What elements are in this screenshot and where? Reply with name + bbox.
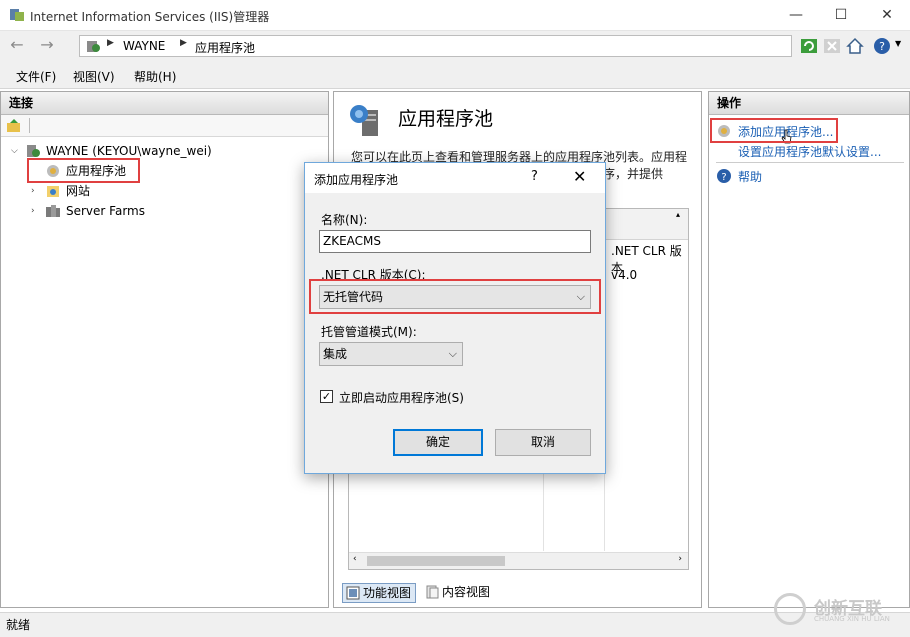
highlight-add-app-pool-action <box>710 118 838 143</box>
highlight-app-pools-node <box>27 158 140 183</box>
connections-tree: ⌵ WAYNE (KEYOU\wayne_wei) 应用程序池 › 网站 › S… <box>1 137 328 597</box>
tab-features-view[interactable]: 功能视图 <box>342 583 417 603</box>
breadcrumb-separator-icon: ▶ <box>107 38 114 48</box>
set-app-pool-defaults-link[interactable]: 设置应用程序池默认设置... <box>738 143 881 160</box>
tree-item-server-farms[interactable]: › Server Farms <box>31 202 181 220</box>
page-title: 应用程序池 <box>398 108 494 130</box>
connections-toolbar <box>1 115 328 137</box>
scrollbar-thumb[interactable] <box>367 556 505 566</box>
tree-item-sites[interactable]: › 网站 <box>31 182 131 200</box>
connect-icon[interactable] <box>6 118 22 134</box>
help-link[interactable]: 帮助 <box>738 168 762 185</box>
grid-cell-clr: v4.0 <box>611 268 638 282</box>
tree-item-label: Server Farms <box>66 204 145 218</box>
title-bar: Internet Information Services (IIS)管理器 —… <box>0 0 910 31</box>
help-icon: ? <box>717 169 731 183</box>
breadcrumb-separator-icon: ▶ <box>180 38 187 48</box>
features-view-icon <box>346 586 360 600</box>
home-icon[interactable] <box>845 36 865 56</box>
dialog-title: 添加应用程序池 <box>314 173 399 187</box>
close-button[interactable]: ✕ <box>864 0 910 31</box>
watermark-logo-icon <box>774 593 806 625</box>
grid-scroll-up-icon[interactable]: ▴ <box>676 210 680 219</box>
tab-content-view[interactable]: 内容视图 <box>422 583 490 603</box>
dialog-help-button[interactable]: ? <box>531 169 538 184</box>
help-dropdown-chevron-icon[interactable]: ▼ <box>895 39 901 48</box>
start-immediately-label[interactable]: 立即启动应用程序池(S) <box>339 389 464 406</box>
menu-file[interactable]: 文件(F) <box>16 68 56 85</box>
cancel-button[interactable]: 取消 <box>495 429 591 456</box>
svg-text:?: ? <box>879 40 885 53</box>
expand-chevron-icon[interactable]: › <box>31 202 41 220</box>
watermark-subtext: CHUANG XIN HU LIAN <box>814 615 890 623</box>
pipeline-mode-value: 集成 <box>323 347 348 361</box>
actions-header: 操作 <box>709 92 909 115</box>
address-bar: ← → ▶ WAYNE ▶ 应用程序池 ? ▼ <box>0 31 910 61</box>
tree-item-label: 网站 <box>66 184 91 198</box>
name-label: 名称(N): <box>321 213 368 227</box>
start-immediately-checkbox[interactable]: ✓ <box>320 390 333 403</box>
stop-icon[interactable] <box>822 36 842 56</box>
pipeline-mode-label: 托管管道模式(M): <box>321 325 417 339</box>
chevron-down-icon: ⌵ <box>448 347 457 360</box>
ok-button[interactable]: 确定 <box>393 429 483 456</box>
maximize-button[interactable]: ☐ <box>818 0 864 31</box>
dialog-title-bar: 添加应用程序池 ? ✕ <box>305 163 605 193</box>
sites-icon <box>47 186 59 197</box>
breadcrumb-item-server[interactable]: WAYNE <box>123 39 165 53</box>
server-icon <box>27 145 40 157</box>
horizontal-scrollbar[interactable]: ‹ › <box>349 552 688 569</box>
collapse-chevron-icon[interactable]: ⌵ <box>11 142 21 160</box>
tab-label: 内容视图 <box>442 585 491 599</box>
expand-chevron-icon[interactable]: › <box>31 182 41 200</box>
toolbar-divider <box>29 118 30 133</box>
name-input[interactable]: ZKEACMS <box>319 230 591 253</box>
app-pool-large-icon <box>350 105 378 136</box>
server-icon <box>87 41 100 52</box>
actions-panel: 操作 添加应用程序池... 设置应用程序池默认设置... ? 帮助 <box>708 91 910 608</box>
watermark-logo: 创新互联 CHUANG XIN HU LIAN <box>766 590 910 630</box>
help-icon[interactable]: ? <box>872 36 892 56</box>
menu-help[interactable]: 帮助(H) <box>134 68 176 85</box>
svg-text:?: ? <box>721 172 726 183</box>
menu-view[interactable]: 视图(V) <box>73 68 115 85</box>
breadcrumb-item-app-pools[interactable]: 应用程序池 <box>195 39 255 56</box>
scroll-right-icon[interactable]: › <box>678 554 682 564</box>
pipeline-mode-select[interactable]: 集成 ⌵ <box>319 342 463 366</box>
minimize-button[interactable]: — <box>773 0 819 31</box>
window-title: Internet Information Services (IIS)管理器 <box>30 10 270 24</box>
menu-bar: 文件(F) 视图(V) 帮助(H) <box>0 61 910 89</box>
dialog-close-button[interactable]: ✕ <box>573 167 586 186</box>
iis-app-icon <box>10 9 24 21</box>
actions-divider <box>716 162 904 163</box>
forward-arrow-icon[interactable]: → <box>36 35 58 57</box>
add-app-pool-dialog: 添加应用程序池 ? ✕ 名称(N): ZKEACMS .NET CLR 版本(C… <box>304 162 606 474</box>
connections-header: 连接 <box>1 92 328 115</box>
refresh-icon[interactable] <box>799 36 819 56</box>
tab-label: 功能视图 <box>363 586 412 600</box>
breadcrumb[interactable]: ▶ WAYNE ▶ 应用程序池 <box>79 35 792 57</box>
server-farms-icon <box>46 205 60 217</box>
scroll-left-icon[interactable]: ‹ <box>353 554 357 564</box>
back-arrow-icon[interactable]: ← <box>6 35 28 57</box>
content-view-icon <box>426 585 439 599</box>
highlight-clr-version-select <box>309 279 601 314</box>
